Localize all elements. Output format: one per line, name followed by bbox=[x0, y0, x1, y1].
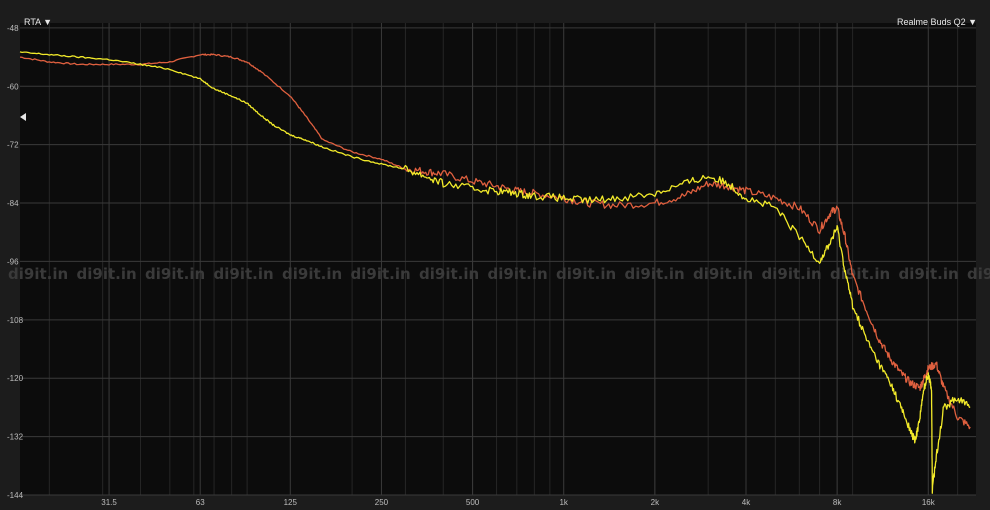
frequency-response-chart: di9it.in di9it.in di9it.in di9it.in di9it.in… bbox=[7, 23, 990, 507]
x-tick-label: 125 bbox=[284, 498, 298, 507]
watermark-row: di9it.in di9it.in di9it.in di9it.in di9it.in… bbox=[8, 265, 990, 283]
y-tick-label: -96 bbox=[7, 257, 19, 266]
watermark-text: di9it.in bbox=[488, 265, 548, 283]
watermark-text: di9it.in bbox=[762, 265, 822, 283]
x-tick-label: 4k bbox=[742, 498, 751, 507]
y-tick-label: -108 bbox=[7, 316, 24, 325]
y-tick-label: -144 bbox=[7, 491, 24, 500]
plot-area bbox=[20, 23, 976, 495]
watermark-text: di9it.in bbox=[145, 265, 205, 283]
y-tick-label: -120 bbox=[7, 374, 24, 383]
watermark-text: di9it.in bbox=[351, 265, 411, 283]
watermark-text: di9it.in bbox=[899, 265, 959, 283]
x-tick-label: 16k bbox=[922, 498, 936, 507]
y-tick-label: -48 bbox=[7, 24, 19, 33]
rta-window: di9it.in di9it.in di9it.in di9it.in di9it.in… bbox=[0, 0, 990, 510]
x-tick-label: 500 bbox=[466, 498, 480, 507]
watermark-text: di9it.in bbox=[77, 265, 137, 283]
watermark-text: di9it.in bbox=[625, 265, 685, 283]
watermark-text: di9it.in bbox=[830, 265, 890, 283]
y-tick-label: -60 bbox=[7, 82, 19, 91]
y-tick-label: -132 bbox=[7, 433, 24, 442]
x-tick-label: 2k bbox=[651, 498, 660, 507]
watermark-text: di9it.in bbox=[419, 265, 479, 283]
x-axis-ticks: 31.5 63 125 250 500 1k 2k 4k 8k 16k bbox=[101, 498, 935, 507]
rta-mode-dropdown[interactable]: RTA ▼ bbox=[24, 17, 52, 27]
watermark-text: di9it.in bbox=[282, 265, 342, 283]
watermark-text: di9it.in bbox=[967, 265, 990, 283]
x-tick-label: 250 bbox=[375, 498, 389, 507]
x-tick-label: 8k bbox=[833, 498, 842, 507]
x-tick-label: 63 bbox=[196, 498, 205, 507]
x-tick-label: 31.5 bbox=[101, 498, 117, 507]
watermark-text: di9it.in bbox=[556, 265, 616, 283]
device-selector-dropdown[interactable]: Realme Buds Q2 ▼ bbox=[897, 17, 977, 27]
x-tick-label: 1k bbox=[559, 498, 568, 507]
level-marker-handle[interactable] bbox=[20, 113, 26, 121]
y-tick-label: -72 bbox=[7, 141, 19, 150]
y-tick-label: -84 bbox=[7, 199, 19, 208]
watermark-text: di9it.in bbox=[214, 265, 274, 283]
watermark-text: di9it.in bbox=[693, 265, 753, 283]
watermark-text: di9it.in bbox=[8, 265, 68, 283]
